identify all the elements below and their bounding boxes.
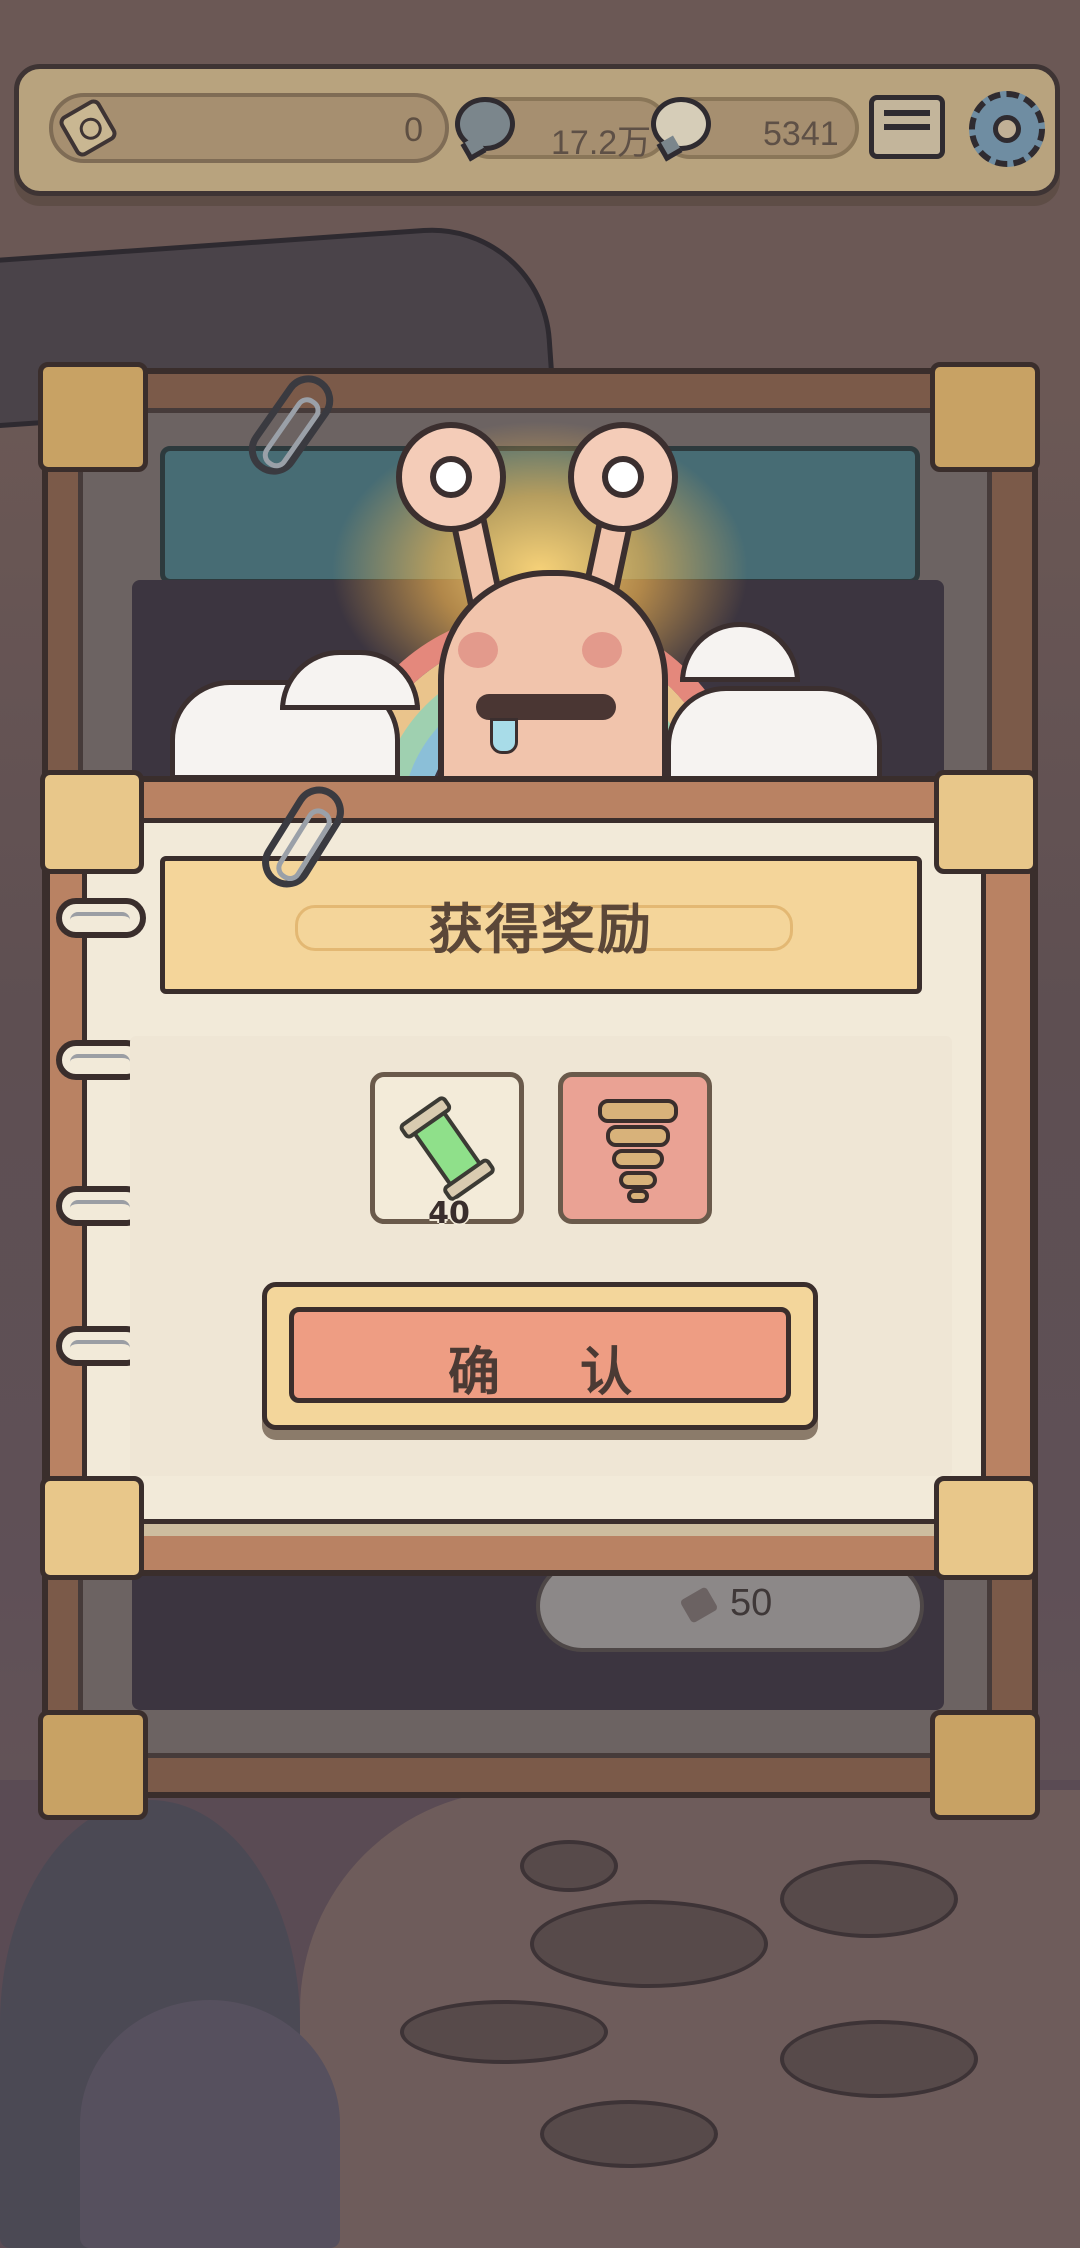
gear-icon[interactable] bbox=[969, 91, 1045, 167]
background-stone bbox=[780, 2020, 978, 2098]
confirm-button[interactable]: 确认 bbox=[262, 1282, 818, 1430]
background-bush bbox=[80, 2000, 340, 2248]
snail-character bbox=[438, 570, 668, 810]
ticket-icon bbox=[679, 1586, 719, 1624]
frame-corner bbox=[40, 1476, 144, 1580]
ticket-value: 0 bbox=[404, 111, 423, 149]
snail-cheek bbox=[582, 632, 622, 668]
speech-bubble-icon bbox=[455, 97, 515, 151]
background-stone bbox=[520, 1840, 618, 1892]
frame-corner bbox=[930, 1710, 1040, 1820]
top-resource-bar: 0 17.2万 5341 bbox=[14, 64, 1060, 196]
background-stone bbox=[530, 1900, 768, 1988]
speech-bubble-icon bbox=[651, 97, 711, 151]
snail-mouth bbox=[476, 694, 616, 720]
fossil-segment bbox=[627, 1189, 649, 1203]
confirm-button-label: 确认 bbox=[447, 1343, 712, 1403]
currency-a-value: 17.2万 bbox=[551, 124, 652, 162]
background-stone bbox=[400, 2000, 608, 2064]
fossil-segment bbox=[619, 1171, 657, 1189]
snail-drool bbox=[490, 718, 518, 754]
cloud bbox=[666, 686, 882, 786]
background-stone bbox=[540, 2100, 718, 2168]
ticket-icon bbox=[56, 96, 120, 160]
frame-corner bbox=[934, 1476, 1038, 1580]
cost-value: 50 bbox=[730, 1582, 773, 1624]
ticket-counter[interactable]: 0 bbox=[49, 93, 449, 163]
fossil-segment bbox=[598, 1099, 678, 1123]
frame-corner bbox=[38, 1710, 148, 1820]
frame-corner bbox=[934, 770, 1038, 874]
binder-ring bbox=[56, 898, 146, 938]
background-stone bbox=[780, 1860, 958, 1938]
reward-item-slot[interactable] bbox=[558, 1072, 712, 1224]
snail-eye bbox=[568, 422, 678, 532]
fossil-icon bbox=[593, 1099, 683, 1203]
frame-corner bbox=[40, 770, 144, 874]
snail-cheek bbox=[458, 632, 498, 668]
frame-corner bbox=[930, 362, 1040, 472]
fossil-segment bbox=[606, 1125, 670, 1147]
scroll-tube-icon bbox=[389, 1087, 507, 1209]
mail-icon[interactable] bbox=[869, 95, 945, 159]
fossil-segment bbox=[612, 1149, 664, 1169]
reward-item-count: 40 bbox=[428, 1196, 470, 1231]
frame-corner bbox=[38, 362, 148, 472]
dialog-title: 获得奖励 bbox=[429, 898, 653, 961]
currency-b-value: 5341 bbox=[763, 115, 839, 153]
game-screen: 0 17.2万 5341 50 获得奖励 40 确认 bbox=[0, 0, 1080, 2248]
snail-eye bbox=[396, 422, 506, 532]
confirm-button-face: 确认 bbox=[289, 1307, 791, 1403]
